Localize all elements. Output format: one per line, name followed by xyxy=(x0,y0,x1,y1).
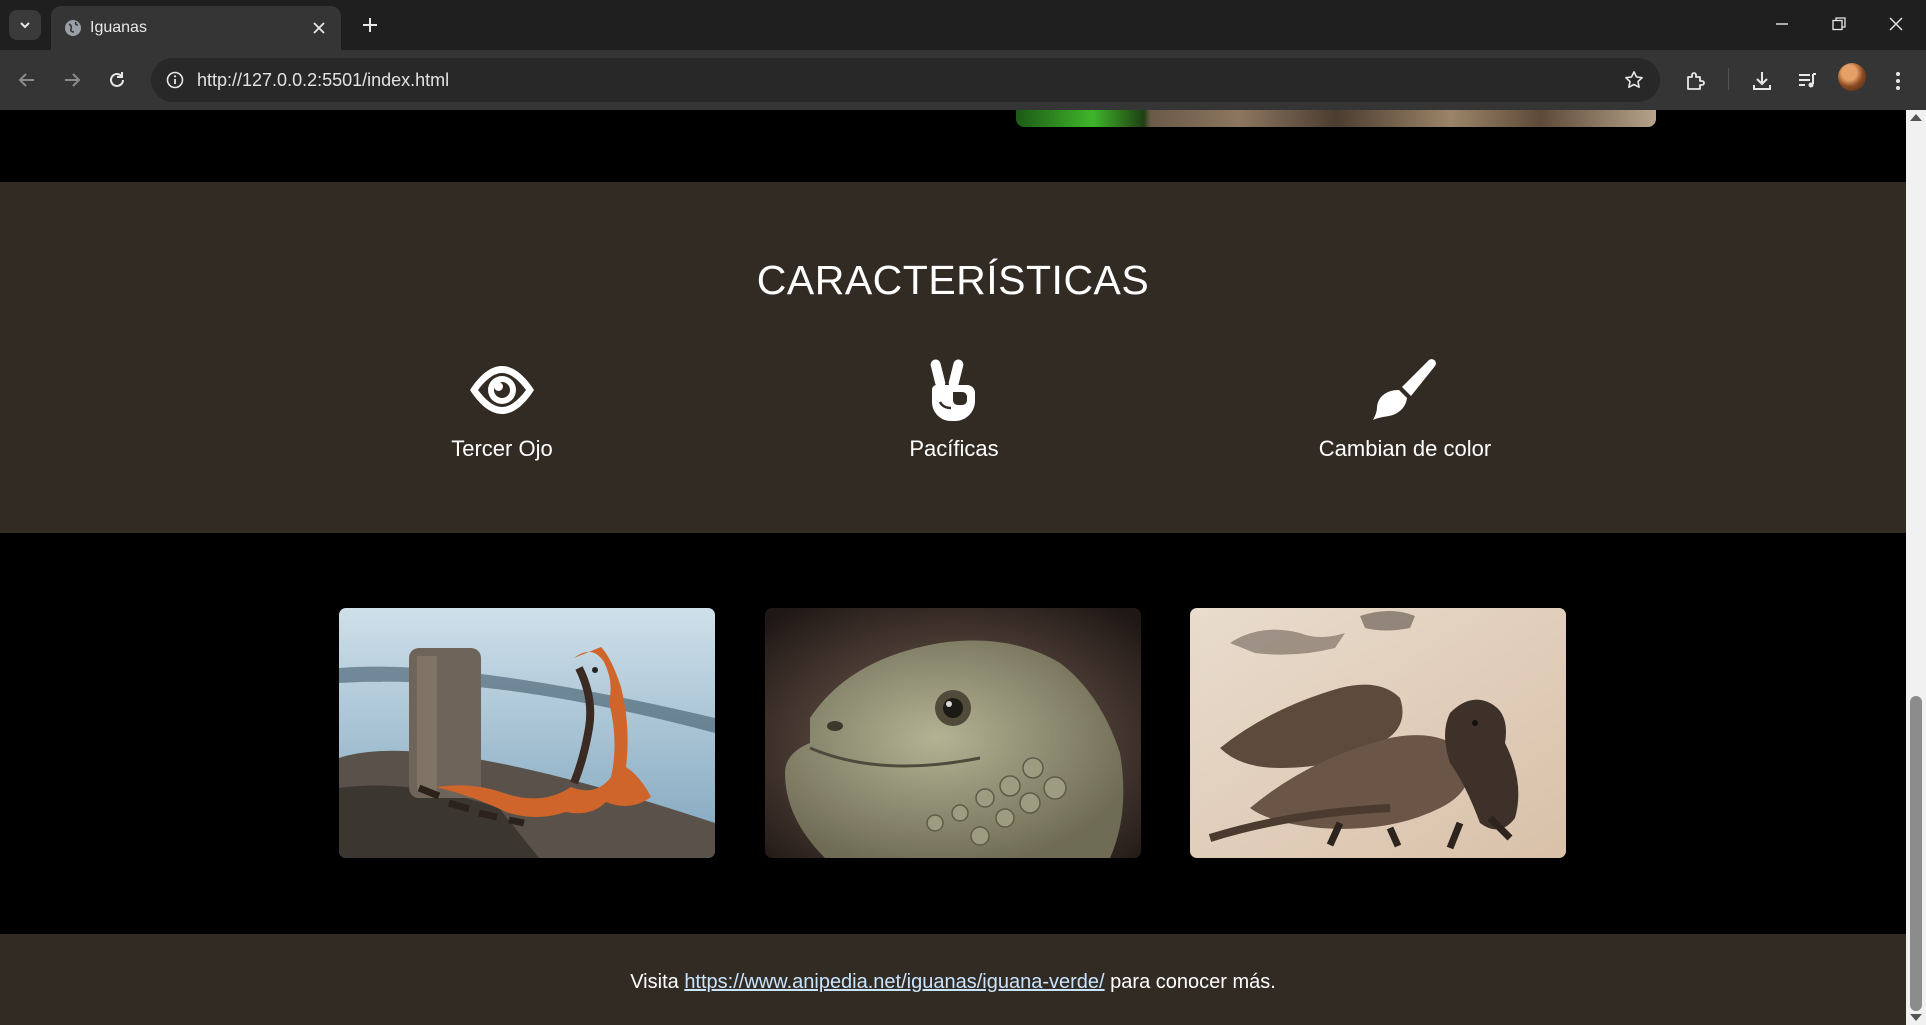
feature-label: Pacíficas xyxy=(909,436,999,461)
paintbrush-icon xyxy=(1373,359,1436,420)
info-icon xyxy=(166,71,184,89)
minimize-icon xyxy=(1776,23,1788,25)
page-scrollbar[interactable] xyxy=(1906,110,1926,1025)
browser-toolbar: http://127.0.0.2:5501/index.html xyxy=(0,50,1926,110)
scroll-down-arrow[interactable] xyxy=(1910,1014,1922,1021)
address-bar[interactable]: http://127.0.0.2:5501/index.html xyxy=(151,58,1660,102)
profile-avatar[interactable] xyxy=(1838,63,1866,91)
footer-prefix: Visita xyxy=(630,971,679,993)
close-icon xyxy=(1889,17,1903,31)
reload-icon xyxy=(110,72,124,87)
page-viewport: CARACTERÍSTICAS Tercer Ojo Pacíficas Cam… xyxy=(0,110,1906,1025)
hero-image xyxy=(1016,110,1656,127)
kebab-menu-icon xyxy=(1896,72,1900,90)
tab-title: Iguanas xyxy=(90,19,147,36)
forward-button[interactable] xyxy=(56,64,88,96)
photo-iguana-closeup xyxy=(765,608,1141,858)
feature-label: Cambian de color xyxy=(1318,436,1492,461)
plus-icon xyxy=(363,18,377,32)
close-icon xyxy=(313,22,325,34)
new-tab-button[interactable] xyxy=(356,11,384,39)
peace-hand-icon xyxy=(930,359,975,421)
features-section: CARACTERÍSTICAS Tercer Ojo Pacíficas Cam… xyxy=(0,182,1906,533)
feature-pacificas: Pacíficas xyxy=(774,357,1134,462)
site-info-button[interactable] xyxy=(161,66,189,94)
feature-label: Tercer Ojo xyxy=(451,436,553,461)
restore-icon xyxy=(1832,17,1846,31)
restore-button[interactable] xyxy=(1811,5,1867,43)
feature-cambian-de-color: Cambian de color xyxy=(1225,357,1585,462)
photo-iguana-shore xyxy=(339,608,715,858)
scroll-up-arrow[interactable] xyxy=(1910,114,1922,121)
star-icon xyxy=(1625,71,1643,88)
media-icon xyxy=(1799,73,1816,88)
source-link[interactable]: https://www.anipedia.net/iguanas/iguana-… xyxy=(684,971,1104,993)
footer-suffix: para conocer más. xyxy=(1110,971,1276,993)
forward-icon xyxy=(65,73,81,87)
extensions-icon xyxy=(1687,72,1705,90)
toolbar-divider xyxy=(1728,68,1729,90)
globe-icon xyxy=(65,20,81,36)
back-button[interactable] xyxy=(11,64,43,96)
chevron-down-icon xyxy=(20,22,30,29)
feature-tercer-ojo: Tercer Ojo xyxy=(322,357,682,462)
footer-text: Visita https://www.anipedia.net/iguanas/… xyxy=(0,971,1906,994)
downloads-button[interactable] xyxy=(1745,64,1779,98)
scroll-thumb[interactable] xyxy=(1910,696,1922,1011)
gallery-section xyxy=(0,533,1906,934)
back-icon xyxy=(18,73,34,87)
reload-button[interactable] xyxy=(101,64,133,96)
chrome-menu-button[interactable] xyxy=(1881,64,1915,98)
photo-iguanas-beach xyxy=(1190,608,1566,858)
minimize-button[interactable] xyxy=(1754,5,1810,43)
tab-search-button[interactable] xyxy=(9,10,41,40)
close-tab-button[interactable] xyxy=(307,16,331,40)
page-footer: Visita https://www.anipedia.net/iguanas/… xyxy=(0,934,1906,1025)
extensions-button[interactable] xyxy=(1679,64,1713,98)
eye-icon xyxy=(470,366,534,414)
tab-strip: Iguanas xyxy=(0,0,1926,50)
close-window-button[interactable] xyxy=(1868,5,1924,43)
url-text[interactable]: http://127.0.0.2:5501/index.html xyxy=(197,70,449,91)
media-controls-button[interactable] xyxy=(1790,64,1824,98)
download-icon xyxy=(1753,72,1771,90)
active-tab[interactable]: Iguanas xyxy=(51,6,341,50)
bookmark-button[interactable] xyxy=(1620,66,1648,94)
features-title: CARACTERÍSTICAS xyxy=(756,257,1150,303)
